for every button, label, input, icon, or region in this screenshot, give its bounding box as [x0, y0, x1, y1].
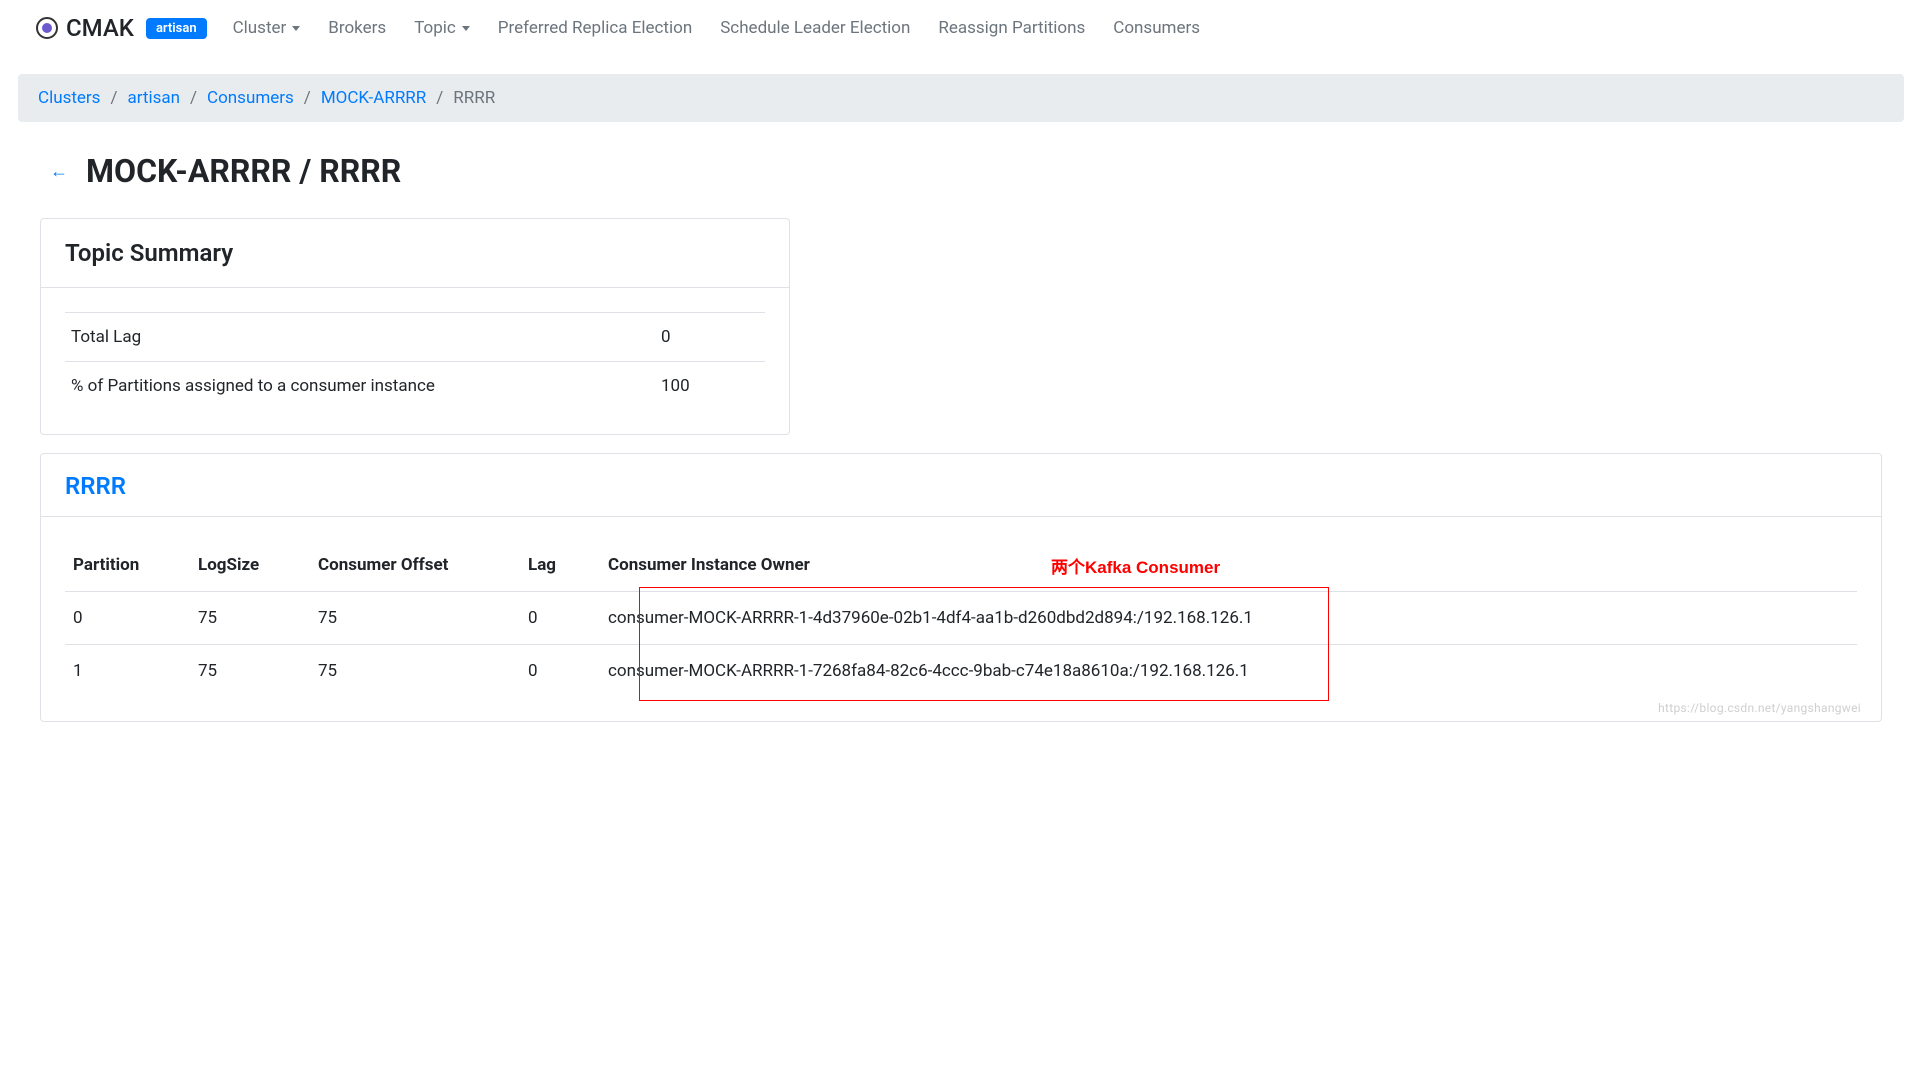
breadcrumb-current: RRRR: [453, 88, 495, 108]
topic-link[interactable]: RRRR: [65, 472, 126, 500]
nav-cluster-dropdown[interactable]: Cluster: [223, 12, 311, 44]
breadcrumb-cluster-name[interactable]: artisan: [127, 88, 180, 108]
th-partition: Partition: [65, 545, 190, 592]
page-title-row: ← MOCK-ARRRR / RRRR: [50, 152, 1882, 190]
caret-down-icon: [462, 26, 470, 31]
partition-table: Partition LogSize Consumer Offset Lag Co…: [65, 545, 1857, 697]
cell-consumer-offset: 75: [310, 645, 520, 698]
top-navbar: CMAK artisan Cluster Brokers Topic Prefe…: [0, 0, 1922, 56]
cell-logsize: 75: [190, 592, 310, 645]
topic-summary-header: Topic Summary: [41, 219, 789, 288]
breadcrumb-consumers[interactable]: Consumers: [207, 88, 294, 108]
summary-label: Total Lag: [65, 313, 655, 362]
brand-wrapper: CMAK: [36, 14, 134, 42]
cell-consumer-offset: 75: [310, 592, 520, 645]
partition-row: 1 75 75 0 consumer-MOCK-ARRRR-1-7268fa84…: [65, 645, 1857, 698]
cell-partition: 1: [65, 645, 190, 698]
watermark-text: https://blog.csdn.net/yangshangwei: [1658, 701, 1861, 715]
nav-reassign-partitions[interactable]: Reassign Partitions: [928, 12, 1095, 44]
cell-partition: 0: [65, 592, 190, 645]
breadcrumb-consumer-group[interactable]: MOCK-ARRRR: [321, 88, 426, 108]
brand-icon: [36, 17, 58, 39]
main-content: Topic Summary Total Lag 0 % of Partition…: [0, 218, 1922, 722]
topic-summary-card: Topic Summary Total Lag 0 % of Partition…: [40, 218, 790, 435]
nav-brokers[interactable]: Brokers: [318, 12, 396, 44]
summary-row: Total Lag 0: [65, 313, 765, 362]
breadcrumb-clusters[interactable]: Clusters: [38, 88, 100, 108]
topic-summary-table: Total Lag 0 % of Partitions assigned to …: [65, 312, 765, 410]
summary-label: % of Partitions assigned to a consumer i…: [65, 362, 655, 411]
cell-lag: 0: [520, 592, 600, 645]
brand-link[interactable]: CMAK: [66, 14, 134, 42]
nav-topic-label: Topic: [414, 18, 456, 38]
summary-value: 100: [655, 362, 765, 411]
caret-down-icon: [292, 26, 300, 31]
th-lag: Lag: [520, 545, 600, 592]
annotation-label: 两个Kafka Consumer: [1051, 553, 1220, 578]
breadcrumb-separator: /: [436, 88, 443, 108]
page-title: MOCK-ARRRR / RRRR: [86, 152, 401, 190]
cell-owner: consumer-MOCK-ARRRR-1-7268fa84-82c6-4ccc…: [600, 645, 1857, 698]
cluster-badge[interactable]: artisan: [146, 18, 207, 39]
summary-row: % of Partitions assigned to a consumer i…: [65, 362, 765, 411]
nav-topic-dropdown[interactable]: Topic: [404, 12, 480, 44]
nav-schedule-leader-election[interactable]: Schedule Leader Election: [710, 12, 920, 44]
breadcrumb-bar: Clusters / artisan / Consumers / MOCK-AR…: [18, 74, 1904, 122]
topic-summary-body: Total Lag 0 % of Partitions assigned to …: [41, 288, 789, 434]
partition-card: RRRR Partition LogSize Consumer Offset L…: [40, 453, 1882, 722]
summary-value: 0: [655, 313, 765, 362]
breadcrumb-separator: /: [304, 88, 311, 108]
topic-link-header: RRRR: [41, 454, 1881, 517]
breadcrumb-separator: /: [190, 88, 197, 108]
cell-owner: consumer-MOCK-ARRRR-1-4d37960e-02b1-4df4…: [600, 592, 1857, 645]
th-owner: Consumer Instance Owner: [600, 545, 1857, 592]
nav-cluster-label: Cluster: [233, 18, 287, 38]
th-logsize: LogSize: [190, 545, 310, 592]
partition-table-header-row: Partition LogSize Consumer Offset Lag Co…: [65, 545, 1857, 592]
breadcrumb-separator: /: [110, 88, 117, 108]
cell-lag: 0: [520, 645, 600, 698]
cell-logsize: 75: [190, 645, 310, 698]
back-arrow-icon[interactable]: ←: [50, 161, 68, 182]
partition-row: 0 75 75 0 consumer-MOCK-ARRRR-1-4d37960e…: [65, 592, 1857, 645]
nav-preferred-replica-election[interactable]: Preferred Replica Election: [488, 12, 702, 44]
partition-table-wrapper: Partition LogSize Consumer Offset Lag Co…: [41, 517, 1881, 721]
breadcrumb: Clusters / artisan / Consumers / MOCK-AR…: [38, 88, 1884, 108]
nav-consumers[interactable]: Consumers: [1103, 12, 1210, 44]
th-consumer-offset: Consumer Offset: [310, 545, 520, 592]
